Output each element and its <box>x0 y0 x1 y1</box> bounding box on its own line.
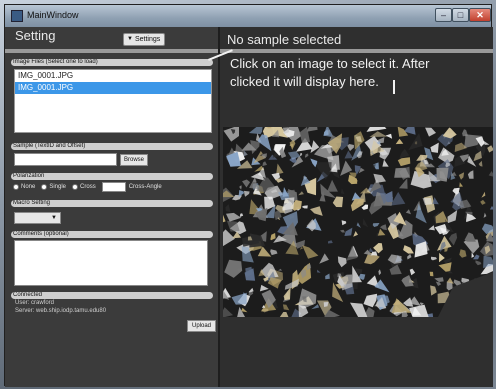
image-panel: No sample selected Click on an image to … <box>220 27 493 387</box>
mineral-grain <box>436 167 449 182</box>
radio-cross-label: Cross <box>80 184 96 190</box>
macro-select[interactable]: ▼ <box>14 212 61 224</box>
header-divider <box>220 49 493 53</box>
title-bar[interactable]: MainWindow – □ ✕ <box>5 5 491 27</box>
upload-button[interactable]: Upload <box>187 320 216 332</box>
polarization-label: Polarization <box>11 173 213 180</box>
settings-heading: Setting <box>15 28 56 43</box>
header-divider <box>5 49 218 53</box>
window-title: MainWindow <box>27 10 79 20</box>
sample-label: Sample (TextID and Offset) <box>11 143 213 150</box>
comments-textarea[interactable] <box>14 240 208 286</box>
image-files-list[interactable]: IMG_0001.JPG IMG_0001.JPG <box>14 69 212 133</box>
polarization-options: None Single Cross Cross-Angle <box>13 182 162 192</box>
instruction-line-1: Click on an image to select it. After <box>230 56 430 71</box>
close-button[interactable]: ✕ <box>469 8 491 22</box>
settings-button-label: Settings <box>134 36 161 43</box>
radio-single-label: Single <box>49 184 67 190</box>
app-icon <box>11 10 23 22</box>
sample-title: No sample selected <box>227 32 342 47</box>
cross-angle-input[interactable] <box>101 182 126 192</box>
chevron-down-icon: ▼ <box>51 215 57 221</box>
maximize-button[interactable]: □ <box>452 8 469 22</box>
settings-panel: Setting ▼ Settings Image Files (Select o… <box>5 27 218 387</box>
server-status: Server: web.ship.iodp.tamu.edu80 <box>15 308 107 314</box>
comments-label: Comments (optional) <box>11 231 213 238</box>
browse-button[interactable]: Browse <box>120 154 148 166</box>
sample-image[interactable] <box>223 127 493 317</box>
chevron-down-icon: ▼ <box>127 36 133 42</box>
radio-none[interactable] <box>13 184 19 190</box>
minimize-button[interactable]: – <box>435 8 452 22</box>
instruction-line-2: clicked it will display here. <box>230 74 379 89</box>
radio-cross[interactable] <box>72 184 79 190</box>
pointer-mark <box>393 80 395 94</box>
thin-section-micrograph <box>223 127 493 317</box>
list-item-selected[interactable]: IMG_0001.JPG <box>15 82 211 94</box>
radio-single[interactable] <box>41 184 48 190</box>
macro-setting-label: Macro Setting <box>11 200 213 207</box>
list-item[interactable]: IMG_0001.JPG <box>15 70 211 82</box>
image-files-label: Image Files (Select one to load) <box>11 59 213 66</box>
settings-button[interactable]: ▼ Settings <box>123 33 166 46</box>
user-status: User: crawford <box>15 300 55 306</box>
radio-none-label: None <box>21 184 36 190</box>
sample-input[interactable] <box>14 153 117 166</box>
cross-angle-label: Cross-Angle <box>128 184 162 190</box>
main-window: MainWindow – □ ✕ Setting ▼ Settings Imag… <box>4 4 493 387</box>
mineral-grain <box>429 271 434 277</box>
instruction-text: Click on an image to select it. After cl… <box>230 55 492 91</box>
connection-label: Connected <box>11 292 213 299</box>
